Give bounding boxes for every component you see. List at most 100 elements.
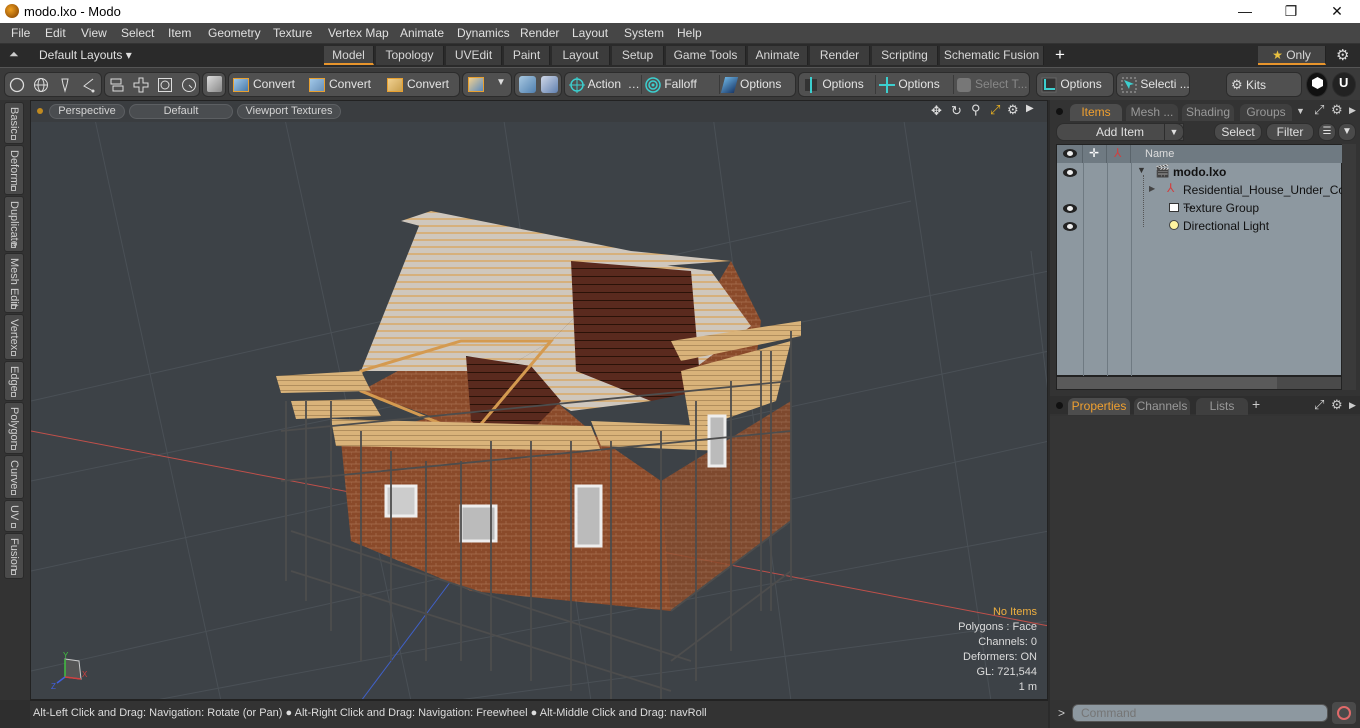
menu-item[interactable]: Item [168, 26, 191, 40]
tree-row-light[interactable]: Directional Light [1057, 217, 1343, 235]
viewport-gear-icon[interactable]: ⚙ [1007, 102, 1019, 118]
maximize-viewport-icon[interactable]: ⤢ [990, 102, 1000, 118]
type-column[interactable]: ⅄ [1107, 145, 1131, 163]
edge-tool-icon[interactable] [81, 77, 97, 93]
sidetab-fusion[interactable]: Fusion [4, 533, 24, 579]
visibility-eye-icon[interactable] [1063, 222, 1077, 231]
tab-animate[interactable]: Animate [748, 46, 808, 65]
panel-gear-icon[interactable]: ⚙ [1331, 397, 1343, 413]
menu-animate[interactable]: Animate [400, 26, 444, 40]
shading-dropdown[interactable]: Default [129, 104, 233, 119]
menu-dynamics[interactable]: Dynamics [457, 26, 510, 40]
select-through-button[interactable]: Select T... [957, 73, 1027, 96]
dial-icon[interactable] [181, 77, 197, 93]
expand-arrow-icon[interactable]: ▶ [1026, 103, 1034, 114]
panel-gear-icon[interactable]: ⚙ [1331, 102, 1343, 118]
sidetab-deform[interactable]: Deform [4, 145, 24, 195]
maximize-panel-icon[interactable]: ⤢ [1314, 397, 1324, 413]
view-type-dropdown[interactable]: Perspective [49, 104, 125, 119]
convert-button-2[interactable]: Convert [309, 73, 371, 96]
maximize-button[interactable]: ❐ [1268, 0, 1314, 23]
list-options-icon[interactable]: ☰ [1318, 123, 1336, 141]
add-layout-button[interactable]: + [1055, 45, 1065, 65]
tree-row-texture-group[interactable]: Texture Group [1057, 199, 1343, 217]
3d-viewport[interactable]: Perspective Default Viewport Textures ✥ … [30, 100, 1048, 700]
sidetab-duplicate[interactable]: Duplicate [4, 196, 24, 252]
unity-button[interactable] [1306, 72, 1328, 97]
tab-channels[interactable]: Channels [1134, 398, 1190, 415]
tab-schematic-fusion[interactable]: Schematic Fusion [940, 46, 1044, 65]
unreal-button[interactable]: U [1332, 72, 1356, 97]
tab-paint[interactable]: Paint [504, 46, 550, 65]
falloff-button[interactable]: Falloff [645, 73, 697, 96]
tab-model[interactable]: Model [324, 46, 374, 65]
tab-shading[interactable]: Shading [1182, 104, 1234, 121]
snapping-icon[interactable] [541, 76, 558, 93]
zoom-icon[interactable]: ⚲ [971, 102, 981, 118]
tab-groups[interactable]: Groups [1240, 104, 1292, 121]
expand-triangle-icon[interactable]: ▼ [1137, 165, 1146, 175]
layouts-dropdown[interactable]: Default Layouts ▾ [39, 48, 132, 62]
pan-icon[interactable]: ✥ [931, 103, 942, 119]
visibility-column[interactable] [1057, 145, 1083, 163]
menu-layout[interactable]: Layout [572, 26, 608, 40]
tab-topology[interactable]: Topology [376, 46, 444, 65]
pen-tool-icon[interactable] [57, 77, 73, 93]
tab-layout[interactable]: Layout [552, 46, 610, 65]
cube-icon[interactable] [468, 77, 484, 92]
menu-system[interactable]: System [624, 26, 664, 40]
tab-render[interactable]: Render [810, 46, 870, 65]
tab-items[interactable]: Items [1070, 104, 1122, 121]
convert-button-1[interactable]: Convert [233, 73, 295, 96]
visibility-eye-icon[interactable] [1063, 168, 1077, 177]
tab-setup[interactable]: Setup [612, 46, 664, 65]
globe-icon[interactable] [33, 77, 49, 93]
filter-button[interactable]: Filter [1266, 123, 1314, 141]
tab-scripting[interactable]: Scripting [872, 46, 938, 65]
cross-unwrap-icon[interactable] [133, 77, 149, 93]
menu-texture[interactable]: Texture [273, 26, 312, 40]
sidetab-curve[interactable]: Curve [4, 455, 24, 499]
minimize-button[interactable]: — [1222, 0, 1268, 23]
options-button-1[interactable]: Options [720, 73, 781, 96]
visibility-eye-icon[interactable] [1063, 204, 1077, 213]
tab-game-tools[interactable]: Game Tools [666, 46, 746, 65]
select-button[interactable]: Select [1214, 123, 1262, 141]
panel-arrow-icon[interactable]: ▶ [1349, 400, 1356, 411]
only-toggle[interactable]: ★ Only [1258, 46, 1326, 65]
expand-triangle-icon[interactable]: ▶ [1149, 184, 1155, 193]
sidetab-uv[interactable]: UV [4, 500, 24, 532]
convert-button-3[interactable]: Convert [387, 73, 449, 96]
record-button[interactable] [1332, 702, 1356, 724]
menu-select[interactable]: Select [121, 26, 154, 40]
horizontal-scrollbar[interactable] [1056, 376, 1342, 390]
sidetab-vertex[interactable]: Vertex [4, 314, 24, 360]
tab-mesh[interactable]: Mesh ... [1126, 104, 1178, 121]
selection-button[interactable]: Selecti ... [1121, 73, 1190, 96]
add-tab-button[interactable]: + [1252, 396, 1260, 412]
options-button-2[interactable]: Options [803, 73, 864, 96]
panel-dot-icon[interactable] [1056, 108, 1063, 115]
menu-render[interactable]: Render [520, 26, 559, 40]
command-input[interactable] [1072, 704, 1328, 722]
lock-column[interactable]: ✛ [1083, 145, 1107, 163]
chevron-down-icon[interactable]: ▼ [496, 77, 506, 88]
tabs-dropdown-icon[interactable]: ▼ [1296, 106, 1305, 116]
sidetab-basic[interactable]: Basic [4, 102, 24, 144]
menu-file[interactable]: File [11, 26, 30, 40]
gear-icon[interactable]: ⚙ [1336, 46, 1349, 64]
action-button[interactable]: Action … [569, 73, 640, 96]
menu-edit[interactable]: Edit [45, 26, 66, 40]
name-column-header[interactable]: Name [1131, 145, 1343, 163]
kits-button[interactable]: ⚙ Kits [1231, 73, 1266, 96]
tree-row-scene[interactable]: ▼ 🎬 modo.lxo [1057, 163, 1343, 181]
workplane-icon[interactable] [519, 76, 536, 93]
panel-arrow-icon[interactable]: ▶ [1349, 105, 1356, 116]
sidetab-polygon[interactable]: Polygon [4, 402, 24, 454]
close-button[interactable]: ✕ [1314, 0, 1360, 23]
rotate-icon[interactable]: ↻ [951, 103, 962, 119]
circle-select-icon[interactable] [9, 77, 25, 93]
options-button-3[interactable]: Options [879, 73, 940, 96]
collapse-arrow-icon[interactable]: ⏶ [9, 47, 19, 62]
shaded-cube-button[interactable] [202, 72, 226, 97]
